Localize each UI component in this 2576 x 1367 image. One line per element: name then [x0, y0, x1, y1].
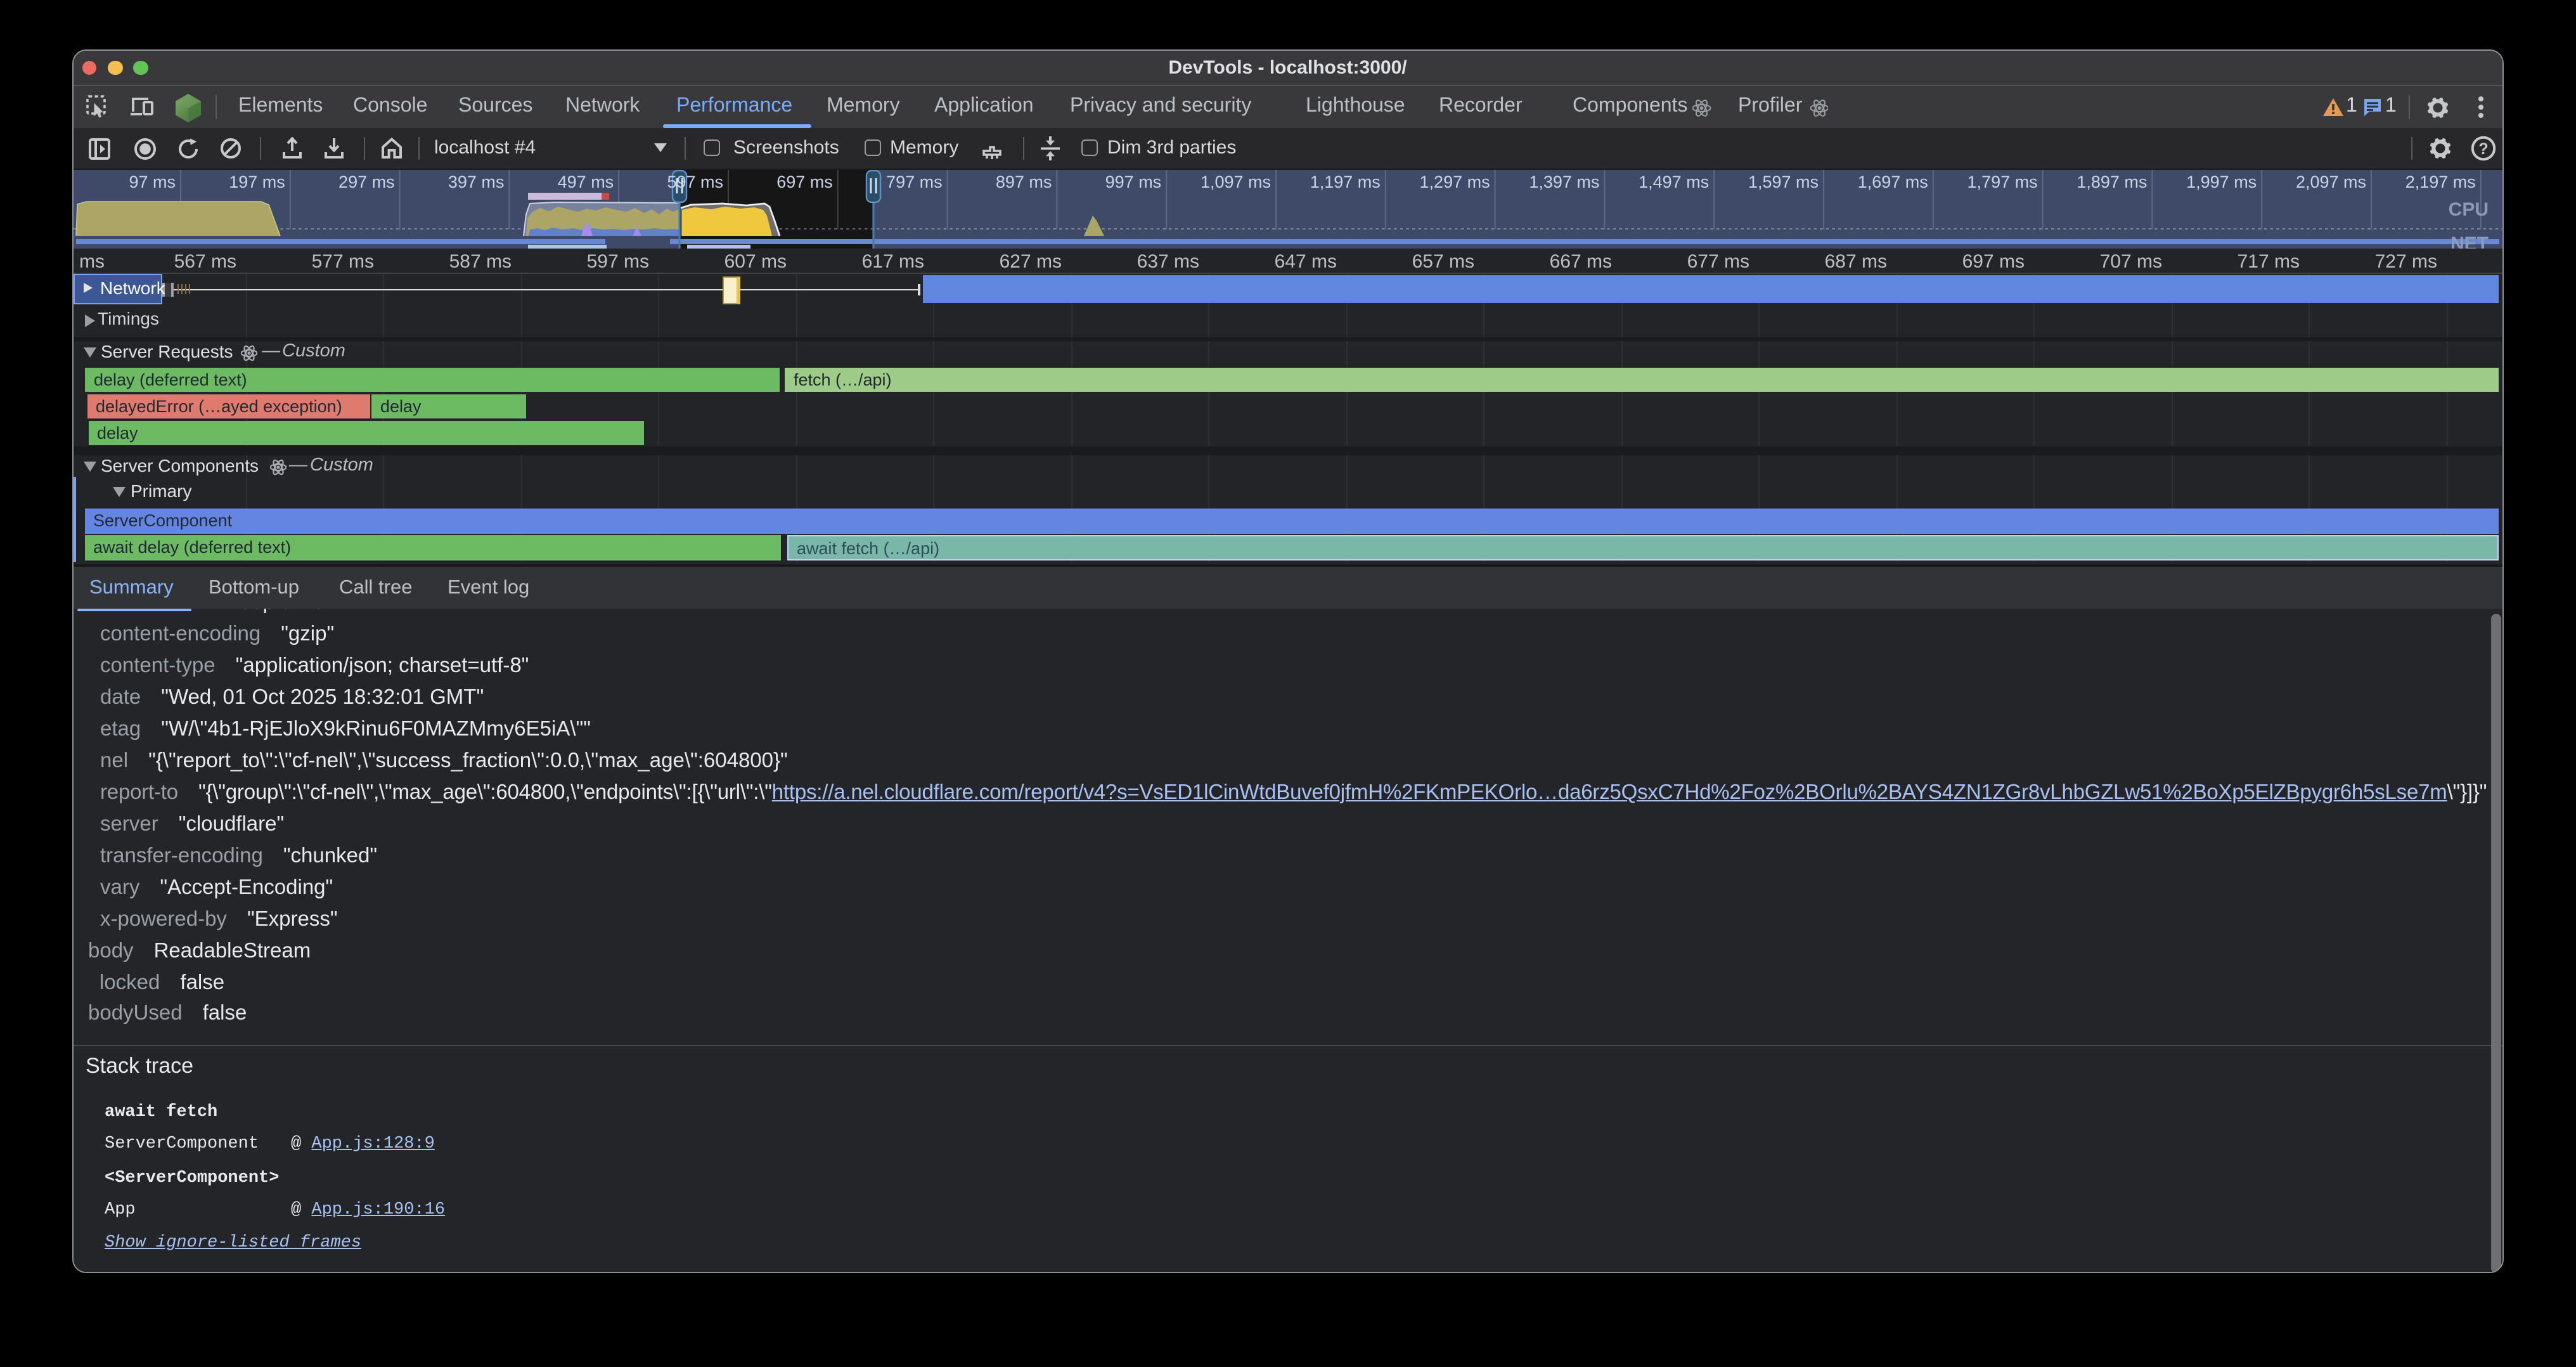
svg-text:897 ms: 897 ms [996, 172, 1052, 191]
svg-text:797 ms: 797 ms [886, 172, 943, 191]
svg-text:1,897 ms: 1,897 ms [2077, 172, 2147, 191]
svg-text:97 ms: 97 ms [129, 172, 176, 191]
svg-text:?: ? [2478, 140, 2487, 158]
svg-text:297 ms: 297 ms [338, 172, 395, 191]
svg-text:1,497 ms: 1,497 ms [1639, 172, 1709, 191]
svg-text:1,697 ms: 1,697 ms [1858, 172, 1928, 191]
svg-text:997 ms: 997 ms [1105, 172, 1162, 191]
svg-text:CPU: CPU [2449, 199, 2489, 220]
svg-text:2,197 ms: 2,197 ms [2405, 172, 2476, 191]
svg-text:1,197 ms: 1,197 ms [1310, 172, 1381, 191]
svg-text:1,797 ms: 1,797 ms [1967, 172, 2038, 191]
svg-text:397 ms: 397 ms [448, 172, 505, 191]
svg-text:1,097 ms: 1,097 ms [1201, 172, 1271, 191]
svg-text:1,297 ms: 1,297 ms [1420, 172, 1490, 191]
svg-text:1,597 ms: 1,597 ms [1748, 172, 1819, 191]
svg-text:2,097 ms: 2,097 ms [2296, 172, 2366, 191]
svg-text:1,997 ms: 1,997 ms [2186, 172, 2257, 191]
svg-text:597 ms: 597 ms [667, 172, 723, 191]
svg-text:697 ms: 697 ms [776, 172, 833, 191]
svg-text:NET: NET [2450, 233, 2489, 249]
svg-text:1,397 ms: 1,397 ms [1529, 172, 1599, 191]
svg-text:197 ms: 197 ms [229, 172, 285, 191]
svg-text:497 ms: 497 ms [558, 172, 614, 191]
